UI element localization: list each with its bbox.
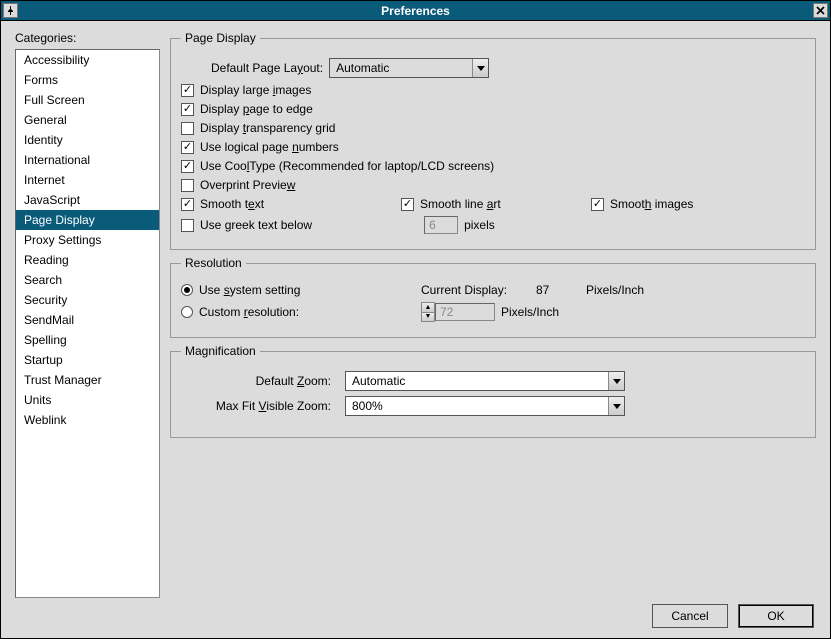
page-display-legend: Page Display (181, 31, 260, 45)
radio-use-system[interactable] (181, 284, 193, 296)
sidebar-item-internet[interactable]: Internet (16, 170, 159, 190)
sidebar-item-general[interactable]: General (16, 110, 159, 130)
resolution-spinner[interactable]: ▲ ▼ (421, 302, 435, 322)
sidebar-item-proxy-settings[interactable]: Proxy Settings (16, 230, 159, 250)
sidebar-item-international[interactable]: International (16, 150, 159, 170)
checkbox-greek-text[interactable] (181, 219, 194, 232)
checkbox-smooth-line-art[interactable]: ✓ (401, 198, 414, 211)
default-layout-dropdown[interactable]: Automatic (329, 58, 489, 78)
label-page-to-edge: Display page to edge (200, 102, 313, 116)
label-logical-page-numbers: Use logical page numbers (200, 140, 339, 154)
current-display-value: 87 (536, 283, 586, 297)
magnification-legend: Magnification (181, 344, 260, 358)
resolution-group: Resolution Use system setting Current Di… (170, 256, 816, 338)
label-transparency-grid: Display transparency grid (200, 121, 335, 135)
label-large-images: Display large images (200, 83, 311, 97)
resolution-legend: Resolution (181, 256, 246, 270)
categories-list[interactable]: AccessibilityFormsFull ScreenGeneralIden… (15, 49, 160, 598)
checkbox-smooth-text[interactable]: ✓ (181, 198, 194, 211)
radio-custom-resolution[interactable] (181, 306, 193, 318)
sidebar-item-full-screen[interactable]: Full Screen (16, 90, 159, 110)
sidebar-item-security[interactable]: Security (16, 290, 159, 310)
close-icon[interactable] (813, 3, 828, 18)
content-area: Categories: AccessibilityFormsFull Scree… (1, 21, 830, 638)
label-cooltype: Use CoolType (Recommended for laptop/LCD… (200, 159, 494, 173)
label-greek-text: Use greek text below (200, 218, 312, 232)
max-fit-zoom-dropdown[interactable]: 800% (345, 396, 625, 416)
checkbox-cooltype[interactable]: ✓ (181, 160, 194, 173)
magnification-group: Magnification Default Zoom: Automatic (170, 344, 816, 438)
checkbox-page-to-edge[interactable]: ✓ (181, 103, 194, 116)
label-use-system: Use system setting (199, 283, 300, 297)
default-zoom-label: Default Zoom: (181, 374, 331, 388)
chevron-down-icon[interactable] (608, 372, 624, 390)
label-smooth-line-art: Smooth line art (420, 197, 501, 211)
spinner-down-icon[interactable]: ▼ (422, 313, 434, 322)
checkbox-logical-page-numbers[interactable]: ✓ (181, 141, 194, 154)
checkbox-transparency-grid[interactable] (181, 122, 194, 135)
chevron-down-icon[interactable] (472, 59, 488, 77)
current-display-label: Current Display: (421, 283, 536, 297)
label-custom-resolution: Custom resolution: (199, 305, 299, 319)
sidebar-item-spelling[interactable]: Spelling (16, 330, 159, 350)
sidebar-item-sendmail[interactable]: SendMail (16, 310, 159, 330)
sidebar-item-search[interactable]: Search (16, 270, 159, 290)
sidebar-item-reading[interactable]: Reading (16, 250, 159, 270)
titlebar: Preferences (1, 1, 830, 21)
greek-pixels-input[interactable] (424, 216, 458, 234)
sidebar-item-startup[interactable]: Startup (16, 350, 159, 370)
page-display-group: Page Display Default Page Layout: Automa… (170, 31, 816, 250)
chevron-down-icon[interactable] (608, 397, 624, 415)
default-layout-label: Default Page Layout: (211, 61, 323, 75)
default-zoom-dropdown[interactable]: Automatic (345, 371, 625, 391)
categories-label: Categories: (15, 31, 160, 45)
sidebar-item-page-display[interactable]: Page Display (16, 210, 159, 230)
ok-button[interactable]: OK (738, 604, 814, 628)
sidebar-item-units[interactable]: Units (16, 390, 159, 410)
max-fit-zoom-label: Max Fit Visible Zoom: (181, 399, 331, 413)
checkbox-overprint-preview[interactable] (181, 179, 194, 192)
sidebar-item-weblink[interactable]: Weblink (16, 410, 159, 430)
spinner-up-icon[interactable]: ▲ (422, 303, 434, 313)
custom-resolution-unit: Pixels/Inch (501, 305, 559, 319)
checkbox-smooth-images[interactable]: ✓ (591, 198, 604, 211)
cancel-button[interactable]: Cancel (652, 604, 728, 628)
sidebar-item-trust-manager[interactable]: Trust Manager (16, 370, 159, 390)
label-smooth-images: Smooth images (610, 197, 693, 211)
label-overprint-preview: Overprint Preview (200, 178, 295, 192)
sidebar-item-forms[interactable]: Forms (16, 70, 159, 90)
sidebar-item-javascript[interactable]: JavaScript (16, 190, 159, 210)
preferences-window: Preferences Categories: AccessibilityFor… (0, 0, 831, 639)
pin-icon[interactable] (3, 3, 18, 18)
checkbox-large-images[interactable]: ✓ (181, 84, 194, 97)
window-title: Preferences (381, 4, 450, 18)
current-display-unit: Pixels/Inch (586, 283, 644, 297)
sidebar-item-accessibility[interactable]: Accessibility (16, 50, 159, 70)
sidebar-item-identity[interactable]: Identity (16, 130, 159, 150)
custom-resolution-input[interactable] (435, 303, 495, 321)
label-smooth-text: Smooth text (200, 197, 264, 211)
greek-pixels-unit: pixels (464, 218, 495, 232)
